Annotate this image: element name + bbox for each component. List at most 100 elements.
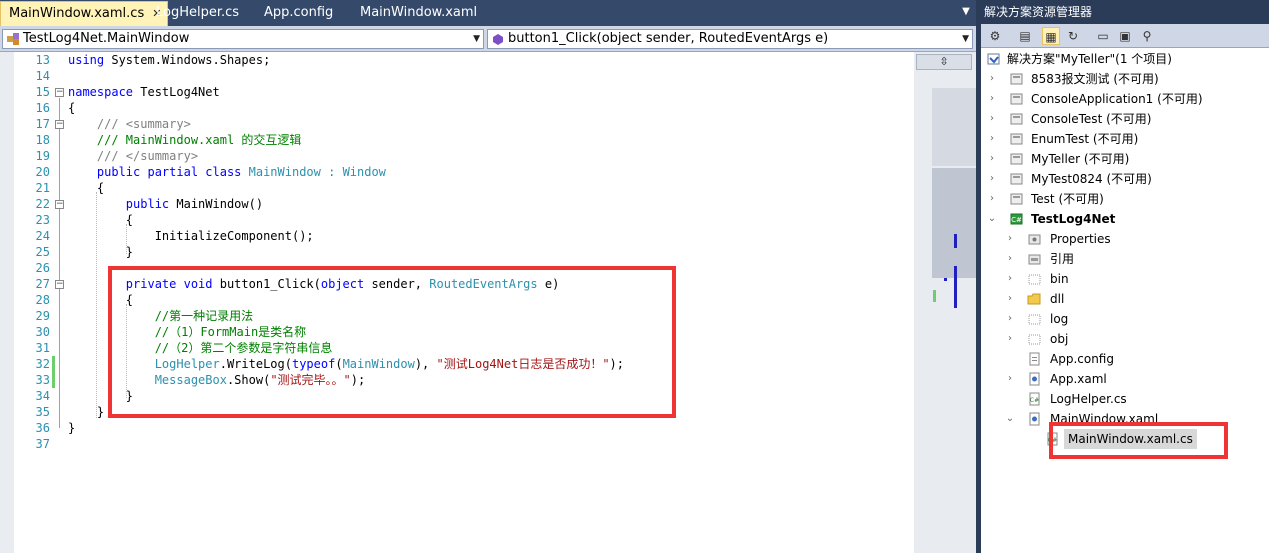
collapse-icon[interactable]: ⌄: [1005, 409, 1015, 429]
tree-label: Properties: [1050, 232, 1111, 246]
line-number: 15: [35, 85, 50, 99]
tree-item-dll[interactable]: › dll: [1005, 289, 1257, 309]
chevron-down-icon: ▼: [962, 34, 969, 44]
view-code-icon[interactable]: ▭: [1094, 27, 1112, 45]
solution-explorer-panel: 解决方案资源管理器 ⚙ ▤ ▦ ↻ ▭ ▣ ⚲ 解决方案"MyTeller"(1…: [981, 0, 1269, 553]
tab-mainwindow-xaml-cs[interactable]: MainWindow.xaml.cs ✕: [0, 1, 169, 26]
code-line: }: [68, 420, 908, 436]
tree-item-bin[interactable]: › bin: [1005, 269, 1257, 289]
expand-icon[interactable]: ›: [987, 169, 997, 189]
tree-item-app-config[interactable]: App.config: [1005, 349, 1257, 369]
code-text-span: }: [68, 421, 76, 435]
split-window-icon[interactable]: ⇳: [916, 54, 972, 70]
view-designer-icon[interactable]: ▣: [1116, 27, 1134, 45]
tree-solution-root[interactable]: 解决方案"MyTeller"(1 个项目): [987, 49, 1257, 69]
line-number: 35: [35, 405, 50, 419]
csharp-file-icon: C#: [1029, 392, 1040, 406]
member-combo[interactable]: button1_Click(object sender, RoutedEvent…: [487, 29, 973, 49]
line-number: 16: [35, 101, 50, 115]
code-text-span: {: [68, 213, 134, 227]
folder-icon: [1027, 293, 1041, 305]
class-combo[interactable]: TestLog4Net.MainWindow ▼: [2, 29, 484, 49]
code-line: /// <summary>: [68, 116, 908, 132]
expand-icon[interactable]: ›: [1005, 369, 1015, 389]
tab-mainwindow-xaml[interactable]: MainWindow.xaml: [352, 1, 485, 26]
code-text-span: }: [68, 405, 105, 419]
line-number: 24: [35, 229, 50, 243]
expand-icon[interactable]: ›: [987, 69, 997, 89]
expand-icon[interactable]: ›: [1005, 289, 1015, 309]
code-text-span: :: [320, 165, 343, 179]
tree-label: 解决方案"MyTeller"(1 个项目): [1007, 52, 1172, 66]
tab-loghelper-cs[interactable]: LogHelper.cs: [148, 1, 247, 26]
show-all-files-icon[interactable]: ▤: [1016, 27, 1034, 45]
tree-project[interactable]: › ConsoleTest (不可用): [987, 109, 1257, 129]
collapse-icon[interactable]: ⌄: [987, 209, 997, 229]
outline-line: [59, 130, 60, 154]
expand-icon[interactable]: ›: [987, 149, 997, 169]
collapse-icon[interactable]: −: [55, 280, 64, 289]
tree-label: App.xaml: [1050, 372, 1107, 386]
solution-icon: [987, 53, 1000, 65]
code-editor[interactable]: 13 14 15 16 17 18 19 20 21 22 23 24 25 2…: [0, 52, 976, 553]
tree-project[interactable]: › Test (不可用): [987, 189, 1257, 209]
class-diagram-icon[interactable]: ⚲: [1138, 27, 1156, 45]
expand-icon[interactable]: ›: [1005, 309, 1015, 329]
tree-label: ConsoleTest (不可用): [1031, 112, 1152, 126]
expand-icon[interactable]: ›: [1005, 229, 1015, 249]
scroll-marker: [954, 266, 957, 308]
type-name: Window: [342, 165, 386, 179]
xaml-file-icon: [1029, 412, 1040, 426]
line-number: 28: [35, 293, 50, 307]
tab-app-config[interactable]: App.config: [256, 1, 341, 26]
refresh-icon[interactable]: ↻: [1064, 27, 1082, 45]
tree-project[interactable]: › MyTeller (不可用): [987, 149, 1257, 169]
tree-project[interactable]: › 8583报文测试 (不可用): [987, 69, 1257, 89]
tab-dropdown-icon[interactable]: ▼: [958, 4, 974, 20]
code-text-span: [241, 165, 248, 179]
properties-icon[interactable]: ⚙: [986, 27, 1004, 45]
expand-icon[interactable]: ›: [987, 189, 997, 209]
expand-icon[interactable]: ›: [987, 89, 997, 109]
collapse-icon[interactable]: −: [55, 88, 64, 97]
line-number: 20: [35, 165, 50, 179]
collapse-icon[interactable]: −: [55, 120, 64, 129]
code-line: InitializeComponent();: [68, 228, 908, 244]
scroll-marker: [944, 278, 947, 281]
tree-project[interactable]: › ConsoleApplication1 (不可用): [987, 89, 1257, 109]
tree-item-properties[interactable]: › Properties: [1005, 229, 1257, 249]
tree-item-log[interactable]: › log: [1005, 309, 1257, 329]
expand-icon[interactable]: ›: [987, 109, 997, 129]
expand-icon[interactable]: ›: [1005, 329, 1015, 349]
tree-item-obj[interactable]: › obj: [1005, 329, 1257, 349]
unavailable-project-icon: [1010, 73, 1023, 85]
tree-project-active[interactable]: ⌄ C# TestLog4Net: [987, 209, 1257, 229]
scroll-region[interactable]: [932, 88, 976, 166]
type-name: MainWindow: [248, 165, 321, 179]
ide-window: MainWindow.xaml.cs ✕ LogHelper.cs App.con…: [0, 0, 1269, 553]
unavailable-project-icon: [1010, 173, 1023, 185]
tree-label: dll: [1050, 292, 1065, 306]
navigation-bar: TestLog4Net.MainWindow ▼ button1_Click(o…: [0, 26, 976, 52]
xml-doc-prefix: ///: [68, 117, 126, 131]
scroll-thumb[interactable]: [932, 168, 976, 278]
file-view-icon[interactable]: ▦: [1042, 27, 1060, 45]
tree-label: MyTest0824 (不可用): [1031, 172, 1152, 186]
collapse-icon[interactable]: −: [55, 200, 64, 209]
tree-project[interactable]: › EnumTest (不可用): [987, 129, 1257, 149]
expand-icon[interactable]: ›: [1005, 249, 1015, 269]
unavailable-project-icon: [1010, 133, 1023, 145]
code-line: {: [68, 180, 908, 196]
expand-icon[interactable]: ›: [1005, 269, 1015, 289]
csharp-project-icon: C#: [1010, 213, 1023, 225]
tree-item-references[interactable]: › 引用: [1005, 249, 1257, 269]
expand-icon[interactable]: ›: [987, 129, 997, 149]
xml-doc-tag: <summary>: [125, 117, 191, 131]
code-text-span: MainWindow(): [169, 197, 264, 211]
line-number: 19: [35, 149, 50, 163]
document-tab-bar: MainWindow.xaml.cs ✕ LogHelper.cs App.con…: [0, 0, 976, 26]
code-text-span: {: [68, 181, 105, 195]
tree-item-app-xaml[interactable]: › App.xaml: [1005, 369, 1257, 389]
tree-item-loghelper-cs[interactable]: C# LogHelper.cs: [1005, 389, 1257, 409]
tree-project[interactable]: › MyTest0824 (不可用): [987, 169, 1257, 189]
